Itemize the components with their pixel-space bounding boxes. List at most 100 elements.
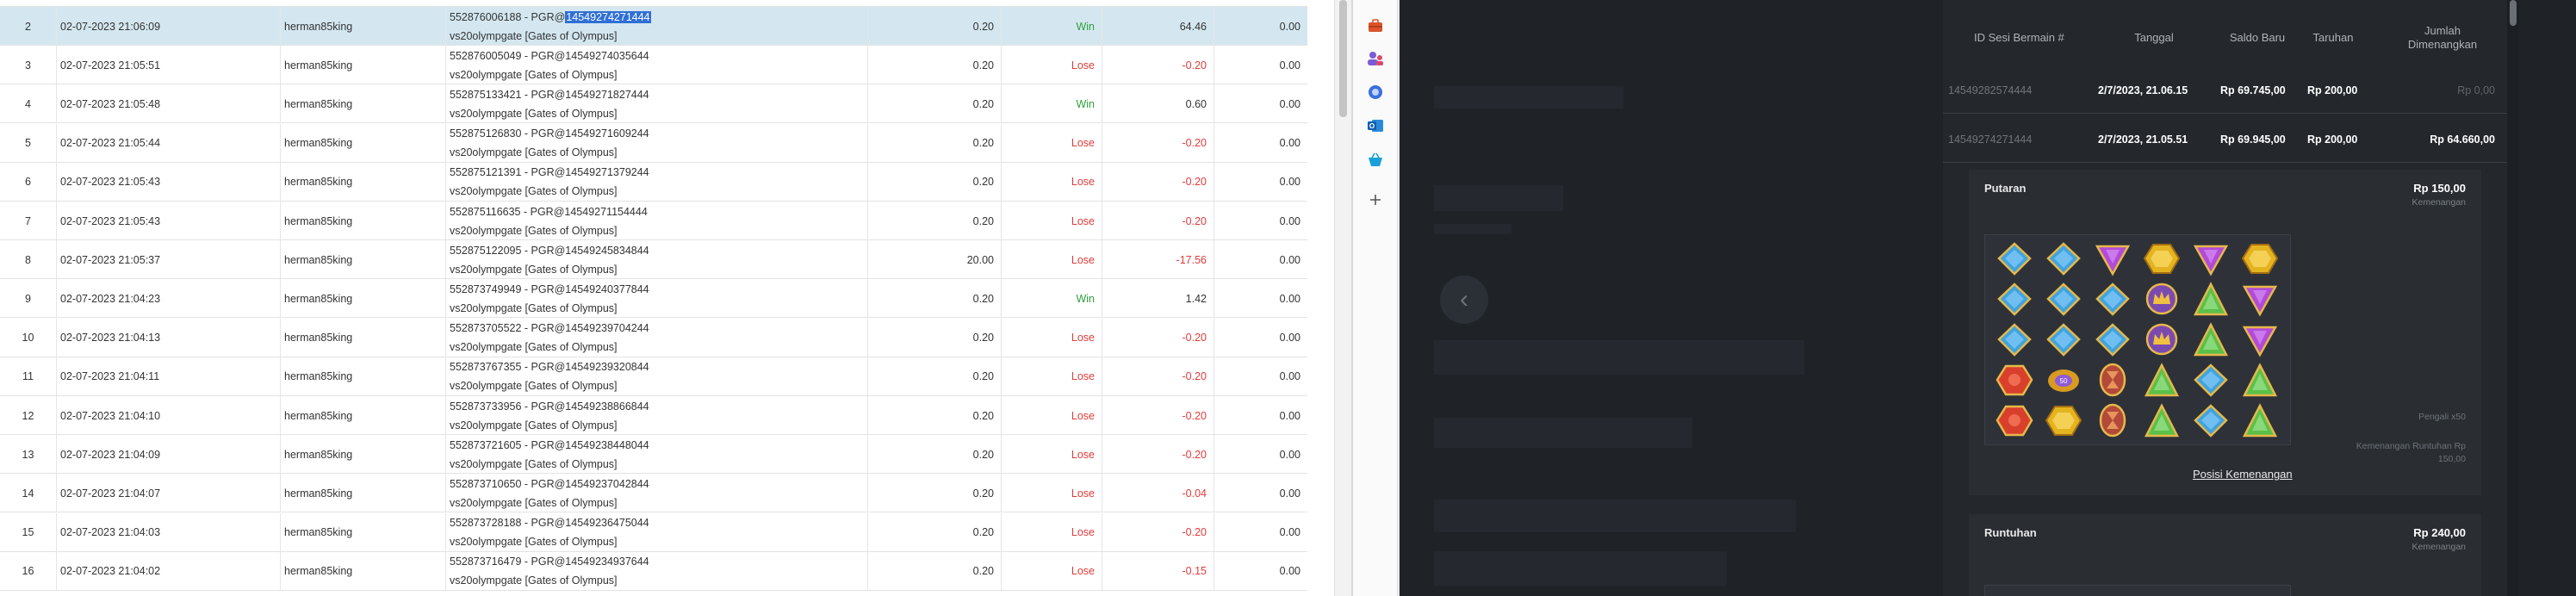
row-transaction-id: 552875116635 - PGR@14549271154444 bbox=[450, 205, 648, 218]
crown-gem-icon bbox=[2139, 281, 2184, 319]
row-jackpot: 0.00 bbox=[1279, 97, 1300, 110]
table-row[interactable]: 16 02-07-2023 21:04:02 herman85king 5528737… bbox=[0, 551, 1307, 591]
table-scrollbar[interactable] bbox=[1334, 0, 1351, 596]
cascade-card-amount: Rp 240,00 bbox=[2413, 526, 2466, 539]
header-bet: Taruhan bbox=[2312, 31, 2354, 44]
row-username: herman85king bbox=[281, 474, 446, 513]
row-date: 02-07-2023 21:04:11 bbox=[57, 357, 281, 396]
table-row[interactable]: 7 02-07-2023 21:05:43 herman85king 55287511… bbox=[0, 202, 1307, 240]
row-bet: 0.20 bbox=[868, 474, 1002, 513]
multiplier-label: Pengali x50 bbox=[2418, 412, 2466, 422]
gem-icon[interactable] bbox=[1365, 82, 1386, 102]
table-scrollbar-thumb[interactable] bbox=[1339, 0, 1347, 117]
table-row[interactable]: 15 02-07-2023 21:04:03 herman85king 5528737… bbox=[0, 512, 1307, 552]
modal-scrollbar[interactable] bbox=[2507, 0, 2519, 596]
row-bet: 0.20 bbox=[868, 279, 1002, 319]
row-bet: 0.20 bbox=[868, 396, 1002, 435]
row-description-line1: 552875122095 - PGR@14549245834844 bbox=[450, 241, 649, 260]
cascade-grid-top bbox=[1984, 585, 2291, 596]
row-description-line1: 552876005049 - PGR@14549274035644 bbox=[450, 47, 649, 65]
session-win: Rp 0,00 bbox=[2457, 84, 2495, 96]
row-game-name: vs20olympgate [Gates of Olympus] bbox=[450, 185, 618, 198]
spin-card-amount: Rp 150,00 bbox=[2413, 182, 2466, 195]
row-bet: 0.20 bbox=[868, 202, 1002, 240]
table-row[interactable]: 4 02-07-2023 21:05:48 herman85king 55287513… bbox=[0, 84, 1307, 124]
toolbox-icon[interactable] bbox=[1365, 16, 1386, 36]
row-description-line1: 552873728188 - PGR@14549236475044 bbox=[450, 513, 649, 532]
table-row[interactable]: 12 02-07-2023 21:04:10 herman85king 5528737… bbox=[0, 396, 1307, 435]
table-row[interactable]: 11 02-07-2023 21:04:11 herman85king 5528737… bbox=[0, 357, 1307, 396]
table-row[interactable]: 9 02-07-2023 21:04:23 herman85king 55287374… bbox=[0, 279, 1307, 319]
back-arrow-button[interactable]: ‹ bbox=[1440, 276, 1488, 324]
row-game-name: vs20olympgate [Gates of Olympus] bbox=[450, 574, 618, 587]
people-icon[interactable] bbox=[1365, 48, 1386, 69]
row-game-name: vs20olympgate [Gates of Olympus] bbox=[450, 107, 618, 120]
row-username: herman85king bbox=[281, 240, 446, 280]
winning-position-link[interactable]: Posisi Kemenangan bbox=[2193, 468, 2293, 481]
row-jackpot: 0.00 bbox=[1279, 370, 1300, 383]
table-row[interactable]: 3 02-07-2023 21:05:51 herman85king 55287600… bbox=[0, 46, 1307, 85]
gold-gem-icon bbox=[2238, 240, 2282, 278]
row-number: 4 bbox=[0, 84, 57, 124]
row-winloss: 0.60 bbox=[1102, 84, 1214, 124]
row-description: 552873705522 - PGR@14549239704244 vs20oly… bbox=[446, 318, 868, 357]
row-result: Lose bbox=[1002, 240, 1102, 280]
table-row[interactable]: 2 02-07-2023 21:06:09 herman85king 55287600… bbox=[0, 7, 1307, 46]
dimmed-background-block bbox=[1434, 224, 1511, 234]
table-row[interactable]: 14 02-07-2023 21:04:07 herman85king 5528737… bbox=[0, 474, 1307, 513]
session-bet: Rp 200,00 bbox=[2307, 133, 2358, 146]
highlighted-session-id[interactable]: 14549274271444 bbox=[565, 10, 651, 23]
row-jackpot: 0.00 bbox=[1279, 137, 1300, 150]
dimmed-background-block bbox=[1434, 551, 1727, 586]
basket-icon[interactable] bbox=[1365, 150, 1386, 171]
table-row[interactable]: 10 02-07-2023 21:04:13 herman85king 5528737… bbox=[0, 318, 1307, 357]
row-game-name: vs20olympgate [Gates of Olympus] bbox=[450, 68, 618, 81]
row-description-line1: 552875116635 - PGR@14549271154444 bbox=[450, 202, 648, 221]
green-gem-icon bbox=[2139, 362, 2184, 400]
chevron-left-icon: ‹ bbox=[1460, 285, 1468, 314]
row-date: 02-07-2023 21:04:23 bbox=[57, 279, 281, 319]
session-row[interactable]: 14549282574444 2/7/2023, 21.06.15 Rp 69.74… bbox=[1943, 69, 2507, 114]
outlook-icon[interactable]: O bbox=[1365, 115, 1386, 136]
row-username: herman85king bbox=[281, 279, 446, 319]
header-session-id: ID Sesi Bermain # bbox=[1974, 31, 2064, 44]
row-result: Lose bbox=[1002, 396, 1102, 435]
row-date: 02-07-2023 21:04:03 bbox=[57, 512, 281, 552]
row-number: 12 bbox=[0, 396, 57, 435]
green-gem-icon bbox=[2188, 281, 2233, 319]
table-row[interactable]: 13 02-07-2023 21:04:09 herman85king 5528737… bbox=[0, 435, 1307, 475]
row-bet: 0.20 bbox=[868, 46, 1002, 85]
row-winloss: -0.20 bbox=[1102, 46, 1214, 85]
blue-gem-icon bbox=[2090, 281, 2135, 319]
row-winloss: 64.46 bbox=[1102, 7, 1214, 46]
gold-gem-icon bbox=[2139, 240, 2184, 278]
row-username: herman85king bbox=[281, 318, 446, 357]
blue-gem-icon bbox=[2188, 362, 2233, 400]
dimmed-background-block bbox=[1434, 500, 1796, 532]
session-id[interactable]: 14549274271444 bbox=[1948, 133, 2032, 146]
row-game-name: vs20olympgate [Gates of Olympus] bbox=[450, 419, 618, 431]
row-description: 552875133421 - PGR@14549271827444 vs20oly… bbox=[446, 84, 868, 124]
session-row[interactable]: 14549274271444 2/7/2023, 21.05.51 Rp 69.94… bbox=[1943, 118, 2507, 163]
plus-icon[interactable] bbox=[1365, 189, 1386, 210]
row-transaction-id: 552875121391 - PGR@14549271379244 bbox=[450, 166, 649, 179]
row-bet: 0.20 bbox=[868, 7, 1002, 46]
row-date: 02-07-2023 21:05:51 bbox=[57, 46, 281, 85]
row-jackpot: 0.00 bbox=[1279, 176, 1300, 189]
row-jackpot: 0.00 bbox=[1279, 292, 1300, 305]
table-row[interactable]: 8 02-07-2023 21:05:37 herman85king 55287512… bbox=[0, 240, 1307, 280]
table-row[interactable]: 6 02-07-2023 21:05:43 herman85king 55287512… bbox=[0, 162, 1307, 202]
row-number: 5 bbox=[0, 123, 57, 163]
table-row[interactable]: 5 02-07-2023 21:05:44 herman85king 55287512… bbox=[0, 123, 1307, 163]
row-bet: 0.20 bbox=[868, 512, 1002, 552]
session-id[interactable]: 14549282574444 bbox=[1948, 84, 2032, 96]
row-username: herman85king bbox=[281, 162, 446, 202]
row-result: Lose bbox=[1002, 551, 1102, 591]
row-date: 02-07-2023 21:04:13 bbox=[57, 318, 281, 357]
ring-gem-icon: 50 bbox=[2041, 362, 2086, 400]
row-description: 552873716479 - PGR@14549234937644 vs20oly… bbox=[446, 551, 868, 591]
modal-scrollbar-thumb[interactable] bbox=[2510, 0, 2517, 26]
row-username: herman85king bbox=[281, 357, 446, 396]
session-bet: Rp 200,00 bbox=[2307, 84, 2358, 96]
reel-grid: 50 bbox=[1984, 234, 2291, 445]
